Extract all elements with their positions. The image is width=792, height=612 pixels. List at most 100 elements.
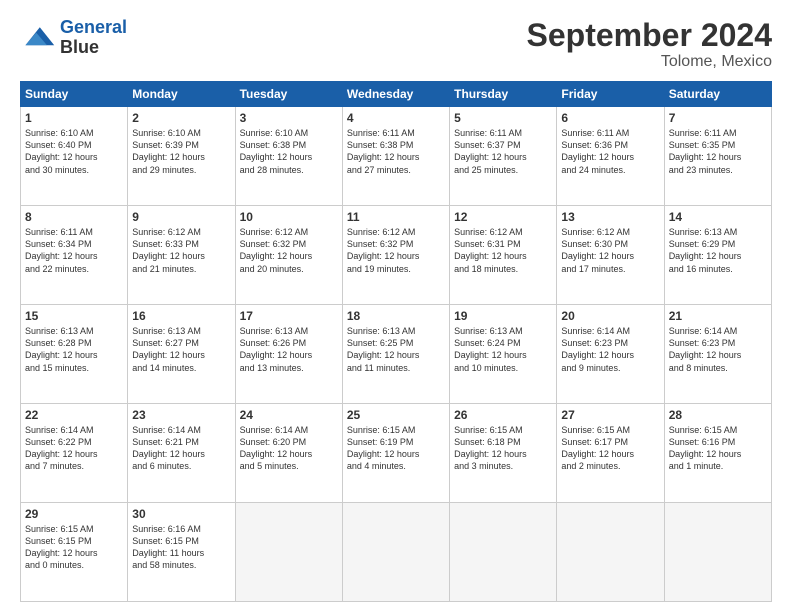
day-number: 20 [561, 309, 659, 323]
day-number: 1 [25, 111, 123, 125]
day-info: Sunrise: 6:13 AM Sunset: 6:24 PM Dayligh… [454, 325, 552, 374]
month-title: September 2024 [527, 18, 772, 53]
calendar-day: 9 Sunrise: 6:12 AM Sunset: 6:33 PM Daylig… [128, 206, 235, 305]
day-number: 11 [347, 210, 445, 224]
day-info: Sunrise: 6:13 AM Sunset: 6:25 PM Dayligh… [347, 325, 445, 374]
day-number: 14 [669, 210, 767, 224]
day-info: Sunrise: 6:15 AM Sunset: 6:18 PM Dayligh… [454, 424, 552, 473]
day-info: Sunrise: 6:12 AM Sunset: 6:32 PM Dayligh… [347, 226, 445, 275]
day-number: 9 [132, 210, 230, 224]
calendar-day: 15 Sunrise: 6:13 AM Sunset: 6:28 PM Dayli… [21, 305, 128, 404]
calendar-day: 4Sunrise: 6:11 AM Sunset: 6:38 PM Daylig… [342, 107, 449, 206]
day-info: Sunrise: 6:15 AM Sunset: 6:15 PM Dayligh… [25, 523, 123, 572]
day-info: Sunrise: 6:13 AM Sunset: 6:26 PM Dayligh… [240, 325, 338, 374]
calendar-day: 25 Sunrise: 6:15 AM Sunset: 6:19 PM Dayli… [342, 404, 449, 503]
day-info: Sunrise: 6:11 AM Sunset: 6:34 PM Dayligh… [25, 226, 123, 275]
day-info: Sunrise: 6:14 AM Sunset: 6:23 PM Dayligh… [561, 325, 659, 374]
calendar-day: 3 Sunrise: 6:10 AM Sunset: 6:38 PM Daylig… [235, 107, 342, 206]
day-number: 17 [240, 309, 338, 323]
day-number: 4 [347, 111, 445, 125]
calendar-week-5: 29 Sunrise: 6:15 AM Sunset: 6:15 PM Dayli… [21, 503, 772, 602]
day-info: Sunrise: 6:10 AM Sunset: 6:40 PM Dayligh… [25, 127, 123, 176]
day-info: Sunrise: 6:15 AM Sunset: 6:19 PM Dayligh… [347, 424, 445, 473]
day-number: 6 [561, 111, 659, 125]
calendar-day: 29 Sunrise: 6:15 AM Sunset: 6:15 PM Dayli… [21, 503, 128, 602]
day-info: Sunrise: 6:10 AM Sunset: 6:38 PM Dayligh… [240, 127, 338, 176]
col-thursday: Thursday [450, 82, 557, 107]
calendar-day [235, 503, 342, 602]
calendar-day: 6 Sunrise: 6:11 AM Sunset: 6:36 PM Daylig… [557, 107, 664, 206]
day-info: Sunrise: 6:14 AM Sunset: 6:23 PM Dayligh… [669, 325, 767, 374]
calendar-day: 12Sunrise: 6:12 AM Sunset: 6:31 PM Dayli… [450, 206, 557, 305]
day-info: Sunrise: 6:14 AM Sunset: 6:21 PM Dayligh… [132, 424, 230, 473]
day-number: 28 [669, 408, 767, 422]
calendar-day: 1 Sunrise: 6:10 AM Sunset: 6:40 PM Daylig… [21, 107, 128, 206]
calendar-day: 23 Sunrise: 6:14 AM Sunset: 6:21 PM Dayli… [128, 404, 235, 503]
calendar-day: 22 Sunrise: 6:14 AM Sunset: 6:22 PM Dayli… [21, 404, 128, 503]
calendar-week-4: 22 Sunrise: 6:14 AM Sunset: 6:22 PM Dayli… [21, 404, 772, 503]
calendar-day: 28 Sunrise: 6:15 AM Sunset: 6:16 PM Dayli… [664, 404, 771, 503]
day-info: Sunrise: 6:15 AM Sunset: 6:16 PM Dayligh… [669, 424, 767, 473]
day-info: Sunrise: 6:12 AM Sunset: 6:33 PM Dayligh… [132, 226, 230, 275]
day-number: 5 [454, 111, 552, 125]
calendar-day: 20 Sunrise: 6:14 AM Sunset: 6:23 PM Dayli… [557, 305, 664, 404]
col-tuesday: Tuesday [235, 82, 342, 107]
day-number: 23 [132, 408, 230, 422]
col-saturday: Saturday [664, 82, 771, 107]
day-number: 27 [561, 408, 659, 422]
day-info: Sunrise: 6:11 AM Sunset: 6:35 PM Dayligh… [669, 127, 767, 176]
calendar-day [342, 503, 449, 602]
calendar-day: 17 Sunrise: 6:13 AM Sunset: 6:26 PM Dayli… [235, 305, 342, 404]
day-number: 10 [240, 210, 338, 224]
calendar: Sunday Monday Tuesday Wednesday Thursday… [20, 81, 772, 602]
day-number: 15 [25, 309, 123, 323]
day-number: 7 [669, 111, 767, 125]
calendar-day: 11 Sunrise: 6:12 AM Sunset: 6:32 PM Dayli… [342, 206, 449, 305]
day-info: Sunrise: 6:14 AM Sunset: 6:20 PM Dayligh… [240, 424, 338, 473]
day-number: 25 [347, 408, 445, 422]
day-number: 21 [669, 309, 767, 323]
day-number: 16 [132, 309, 230, 323]
day-info: Sunrise: 6:12 AM Sunset: 6:32 PM Dayligh… [240, 226, 338, 275]
day-number: 29 [25, 507, 123, 521]
calendar-day: 26Sunrise: 6:15 AM Sunset: 6:18 PM Dayli… [450, 404, 557, 503]
day-info: Sunrise: 6:14 AM Sunset: 6:22 PM Dayligh… [25, 424, 123, 473]
col-wednesday: Wednesday [342, 82, 449, 107]
col-sunday: Sunday [21, 82, 128, 107]
day-info: Sunrise: 6:11 AM Sunset: 6:37 PM Dayligh… [454, 127, 552, 176]
day-info: Sunrise: 6:11 AM Sunset: 6:36 PM Dayligh… [561, 127, 659, 176]
location: Tolome, Mexico [527, 53, 772, 71]
calendar-day: 5 Sunrise: 6:11 AM Sunset: 6:37 PM Daylig… [450, 107, 557, 206]
day-info: Sunrise: 6:12 AM Sunset: 6:30 PM Dayligh… [561, 226, 659, 275]
col-monday: Monday [128, 82, 235, 107]
day-number: 30 [132, 507, 230, 521]
day-number: 13 [561, 210, 659, 224]
calendar-day: 2Sunrise: 6:10 AM Sunset: 6:39 PM Daylig… [128, 107, 235, 206]
day-number: 12 [454, 210, 552, 224]
logo-icon [20, 20, 56, 56]
calendar-day: 8 Sunrise: 6:11 AM Sunset: 6:34 PM Daylig… [21, 206, 128, 305]
calendar-day: 13 Sunrise: 6:12 AM Sunset: 6:30 PM Dayli… [557, 206, 664, 305]
calendar-week-1: 1 Sunrise: 6:10 AM Sunset: 6:40 PM Daylig… [21, 107, 772, 206]
day-number: 24 [240, 408, 338, 422]
day-number: 8 [25, 210, 123, 224]
day-number: 2 [132, 111, 230, 125]
page: GeneralBlue September 2024 Tolome, Mexic… [0, 0, 792, 612]
col-friday: Friday [557, 82, 664, 107]
calendar-day: 14Sunrise: 6:13 AM Sunset: 6:29 PM Dayli… [664, 206, 771, 305]
calendar-day: 7 Sunrise: 6:11 AM Sunset: 6:35 PM Daylig… [664, 107, 771, 206]
calendar-day [664, 503, 771, 602]
header: GeneralBlue September 2024 Tolome, Mexic… [20, 18, 772, 71]
day-info: Sunrise: 6:13 AM Sunset: 6:27 PM Dayligh… [132, 325, 230, 374]
logo: GeneralBlue [20, 18, 127, 58]
calendar-day: 18Sunrise: 6:13 AM Sunset: 6:25 PM Dayli… [342, 305, 449, 404]
calendar-day: 30Sunrise: 6:16 AM Sunset: 6:15 PM Dayli… [128, 503, 235, 602]
day-info: Sunrise: 6:13 AM Sunset: 6:28 PM Dayligh… [25, 325, 123, 374]
day-number: 22 [25, 408, 123, 422]
calendar-day [450, 503, 557, 602]
day-number: 3 [240, 111, 338, 125]
day-info: Sunrise: 6:15 AM Sunset: 6:17 PM Dayligh… [561, 424, 659, 473]
calendar-day: 24 Sunrise: 6:14 AM Sunset: 6:20 PM Dayli… [235, 404, 342, 503]
calendar-day: 16 Sunrise: 6:13 AM Sunset: 6:27 PM Dayli… [128, 305, 235, 404]
calendar-week-3: 15 Sunrise: 6:13 AM Sunset: 6:28 PM Dayli… [21, 305, 772, 404]
